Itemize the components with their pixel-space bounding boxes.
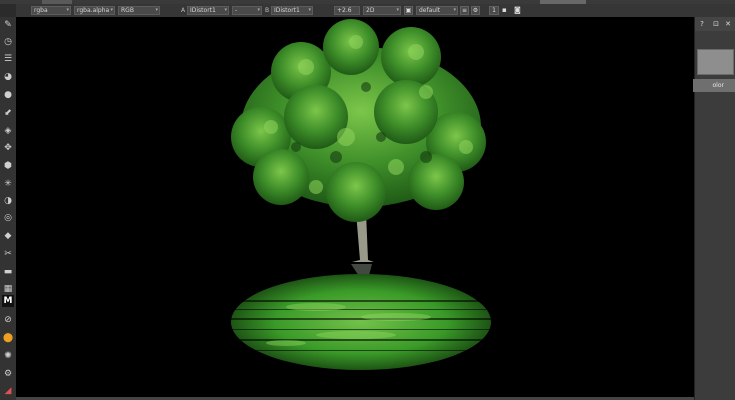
float-icon[interactable]: ⊡	[712, 20, 720, 28]
camera-capture-icon[interactable]: ◙	[514, 6, 523, 14]
chevron-down-icon: ▾	[308, 7, 311, 13]
chevron-down-icon: ▾	[66, 7, 69, 13]
channels-dropdown[interactable]: rgba ▾	[31, 6, 71, 15]
list-icon[interactable]: ≡	[460, 6, 469, 15]
orange-plugin-icon[interactable]: ⬤	[2, 332, 14, 344]
settings-plugin-icon[interactable]: ⚙	[2, 368, 14, 380]
input-b-dropdown[interactable]: IDistort1 ▾	[271, 6, 313, 15]
m-plugin-icon[interactable]: M	[2, 295, 14, 307]
viewer-canvas[interactable]	[16, 17, 694, 397]
close-icon[interactable]: ✕	[724, 20, 732, 28]
display-mode-value: RGB	[121, 7, 134, 14]
toolsets-icon[interactable]: ✂	[2, 248, 14, 260]
input-b-value: IDistort1	[274, 7, 300, 14]
frame-value: 1	[492, 7, 496, 14]
lut-value: default	[419, 7, 441, 14]
viewer-image	[16, 17, 694, 397]
gain-value: +2.6	[337, 7, 352, 14]
chevron-down-icon: ▾	[257, 7, 260, 13]
properties-panel: ? ⊡ ✕ olor	[693, 17, 735, 400]
properties-header: ? ⊡ ✕	[695, 17, 735, 31]
help-icon[interactable]: ?	[698, 20, 706, 28]
red-plugin-icon[interactable]: ◢	[2, 385, 14, 397]
alpha-channel-value: rgba.alpha	[77, 7, 110, 14]
tool-sidebar: ✎ ◷ ☰ ◕ ● ⬋ ◈ ✥ ⬢ ✳ ◑ ◎ ◆ ✂ ▬ ▦ M ⊘ ⬤ ✺ …	[0, 17, 17, 400]
filter-icon[interactable]: ⬋	[2, 107, 14, 119]
film-icon[interactable]: ▣	[404, 6, 413, 15]
frame-field[interactable]: 1	[489, 6, 499, 15]
input-a-dropdown[interactable]: IDistort1 ▾	[187, 6, 229, 15]
chevron-down-icon: ▾	[396, 7, 399, 13]
view-mode-dropdown[interactable]: 2D ▾	[363, 6, 401, 15]
view-mode-value: 2D	[366, 7, 375, 14]
input-b-label: B	[265, 7, 270, 14]
channels-value: rgba	[34, 7, 48, 14]
color-button-label: olor	[712, 82, 724, 89]
star-plugin-icon[interactable]: ✺	[2, 350, 14, 362]
chevron-down-icon: ▾	[155, 7, 158, 13]
input-a-label: A	[181, 7, 186, 14]
gizmo-icon[interactable]: ⊘	[2, 314, 14, 326]
views-icon[interactable]: ◎	[2, 212, 14, 224]
viewer-toolbar: rgba ▾ rgba.alpha ▾ RGB ▾ A IDistort1 ▾ …	[16, 4, 735, 18]
display-mode-dropdown[interactable]: RGB ▾	[118, 6, 160, 15]
lut-dropdown[interactable]: default ▾	[416, 6, 458, 15]
color-swatch[interactable]	[697, 49, 734, 75]
sphere-icon[interactable]: ●	[2, 89, 14, 101]
metadata-icon[interactable]: ◆	[2, 230, 14, 242]
input-a-value: IDistort1	[190, 7, 216, 14]
chevron-down-icon: ▾	[224, 7, 227, 13]
plugin-icon[interactable]: ▦	[2, 283, 14, 295]
chevron-down-icon: ▾	[453, 7, 456, 13]
other-icon[interactable]: ▬	[2, 266, 14, 278]
color-icon[interactable]: ◕	[2, 71, 14, 83]
gear-icon[interactable]: ⚙	[471, 6, 480, 15]
deep-icon[interactable]: ◑	[2, 195, 14, 207]
3d-cube-icon[interactable]: ⬢	[2, 160, 14, 172]
time-icon[interactable]: ◷	[2, 36, 14, 48]
brush-icon[interactable]: ✎	[2, 19, 14, 31]
channel-icon[interactable]: ☰	[2, 53, 14, 65]
alpha-channel-dropdown[interactable]: rgba.alpha ▾	[74, 6, 115, 15]
input-operation-value: -	[235, 7, 238, 14]
color-button[interactable]: olor	[693, 79, 735, 92]
merge-icon[interactable]: ✥	[2, 142, 14, 154]
gain-field[interactable]: +2.6	[334, 6, 360, 15]
chevron-down-icon: ▾	[110, 7, 113, 13]
camera-icon[interactable]: ▪	[502, 6, 509, 14]
particle-icon[interactable]: ✳	[2, 178, 14, 190]
keyer-icon[interactable]: ◈	[2, 125, 14, 137]
input-operation-dropdown[interactable]: - ▾	[232, 6, 262, 15]
